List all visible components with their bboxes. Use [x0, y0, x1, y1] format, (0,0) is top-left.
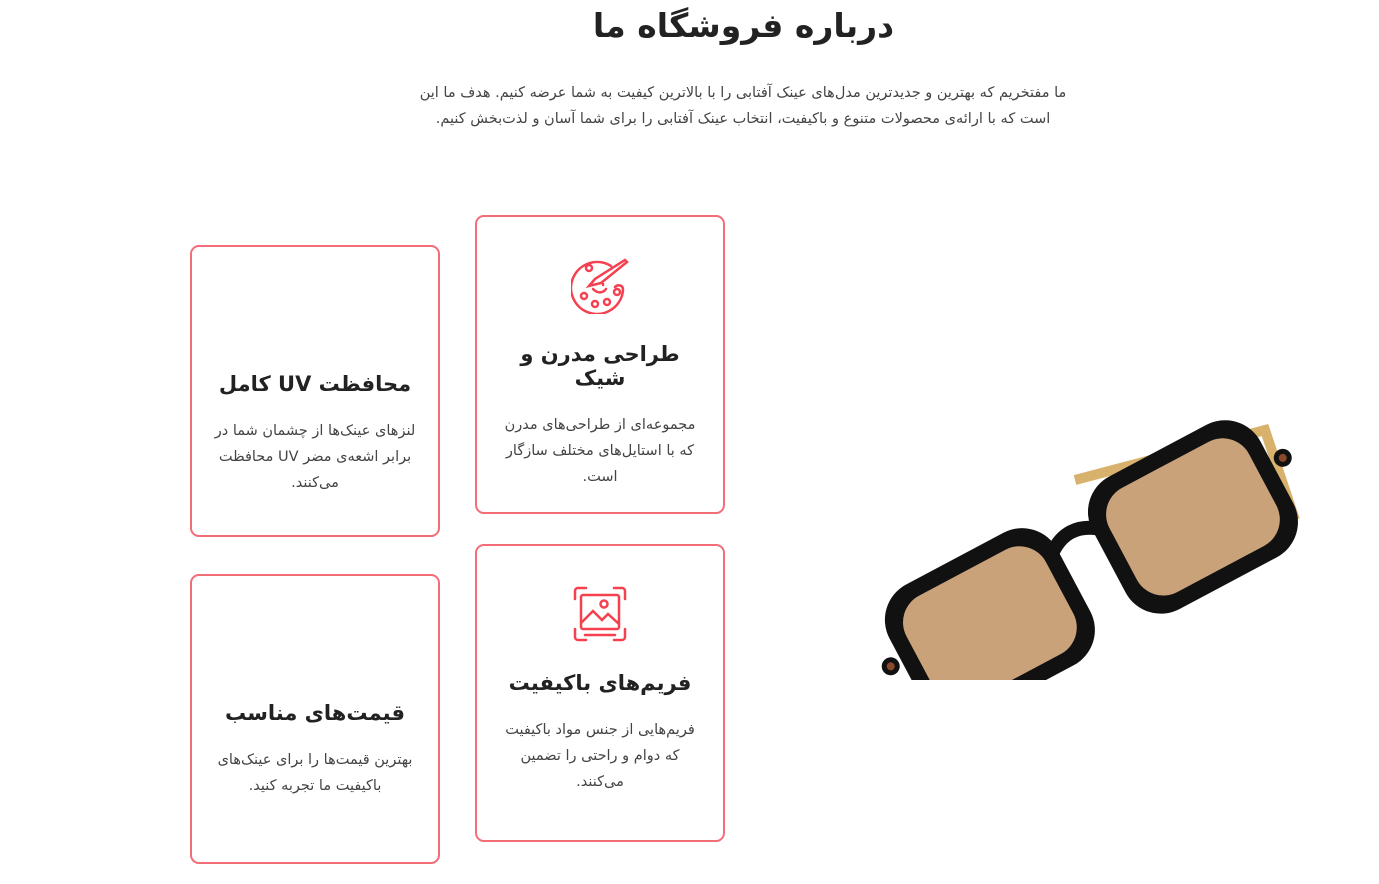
image-frame-icon: [497, 585, 703, 643]
price-icon: [212, 615, 418, 673]
page-title: درباره فروشگاه ما: [592, 6, 895, 45]
feature-card-price: قیمت‌های مناسب بهترین قیمت‌ها را برای عی…: [190, 574, 440, 864]
feature-card-design: طراحی مدرن و شیک مجموعه‌ای از طراحی‌های …: [475, 215, 725, 514]
feature-card-frames: فریم‌های باکیفیت فریم‌هایی از جنس مواد ب…: [475, 544, 725, 842]
sunglasses-image: [881, 420, 1300, 680]
feature-text: بهترین قیمت‌ها را برای عینک‌های باکیفیت …: [217, 752, 413, 794]
feature-text: لنزهای عینک‌ها از چشمان شما در برابر اشع…: [214, 423, 416, 491]
uv-icon: [212, 286, 418, 344]
feature-title: قیمت‌های مناسب: [225, 701, 405, 725]
feature-text: مجموعه‌ای از طراحی‌های مدرن که با استایل…: [504, 417, 696, 485]
feature-title: طراحی مدرن و شیک: [520, 342, 680, 390]
feature-text: فریم‌هایی از جنس مواد باکیفیت که دوام و …: [505, 722, 695, 790]
intro-text: ما مفتخریم که بهترین و جدیدترین مدل‌های …: [419, 85, 1067, 127]
palette-icon: [497, 256, 703, 314]
feature-title: محافظت UV کامل: [218, 372, 412, 396]
feature-title: فریم‌های باکیفیت: [508, 671, 692, 695]
feature-card-uv: محافظت UV کامل لنزهای عینک‌ها از چشمان ش…: [190, 245, 440, 537]
